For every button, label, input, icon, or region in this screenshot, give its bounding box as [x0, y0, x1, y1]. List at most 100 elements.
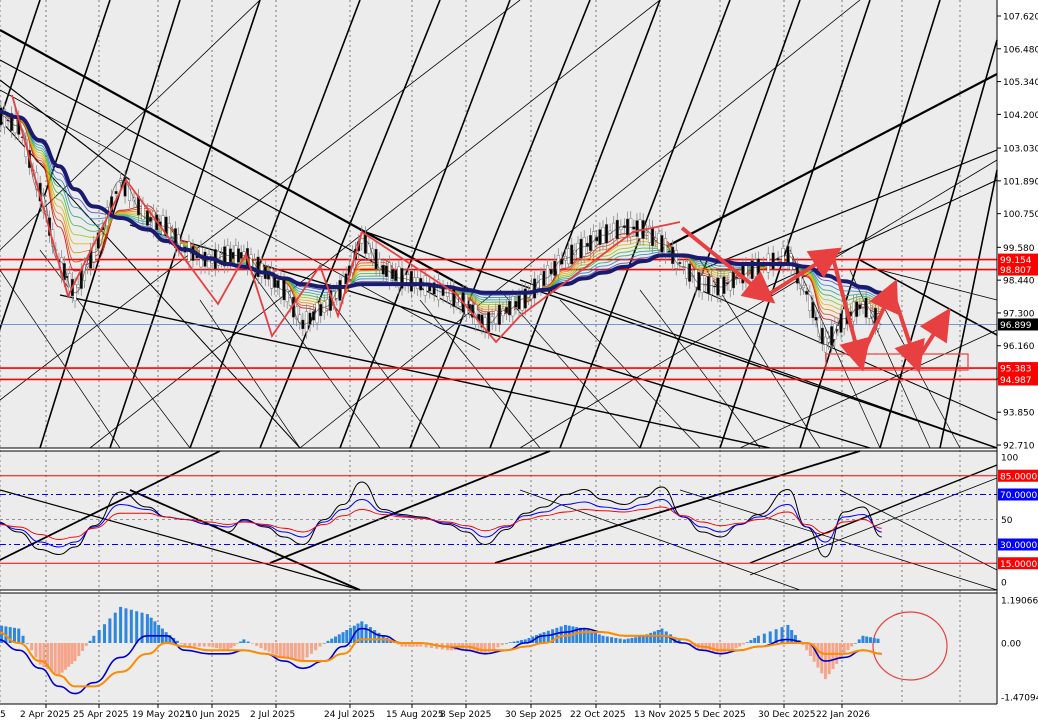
macd-histogram-bar [337, 634, 341, 643]
candle-body [384, 265, 388, 277]
candle-body [508, 301, 512, 316]
macd-histogram-bar [762, 633, 766, 643]
macd-histogram-bar [827, 643, 831, 675]
macd-histogram-bar [614, 637, 618, 643]
price-tick-label: 103.030 [1003, 145, 1038, 155]
macd-histogram-bar [239, 641, 243, 643]
macd-histogram-bar [305, 643, 309, 658]
rsi-tick-label: 50 [1001, 516, 1013, 526]
macd-histogram-bar [601, 635, 605, 643]
macd-histogram-bar [309, 643, 313, 654]
rsi-tick-label: 100 [1001, 454, 1018, 464]
macd-histogram-bar [53, 643, 57, 674]
candle-body [722, 276, 726, 294]
macd-histogram-bar [618, 638, 622, 643]
macd-histogram-bar [293, 643, 297, 660]
price-tick-label: 107.620 [1003, 13, 1038, 23]
macd-histogram-bar [145, 614, 149, 643]
macd-histogram-bar [868, 637, 872, 643]
time-tick-label: 22 Jan 2026 [816, 710, 870, 720]
price-tick-label: 101.890 [1003, 177, 1038, 187]
macd-histogram-bar [861, 635, 865, 643]
price-tick-label: 98.440 [1003, 277, 1035, 287]
macd-histogram-bar [67, 643, 71, 667]
macd-histogram-bar [652, 631, 656, 643]
macd-histogram-bar [218, 643, 222, 649]
candle-body [256, 256, 260, 278]
macd-histogram-bar [516, 640, 520, 643]
time-tick-label: 25 Apr 2025 [73, 710, 129, 720]
macd-histogram-bar [226, 643, 230, 651]
price-tick-label: 92.710 [1003, 442, 1035, 452]
macd-histogram-bar [649, 632, 653, 643]
macd-histogram-bar [582, 628, 586, 643]
candle-body [270, 268, 274, 289]
macd-histogram-bar [593, 632, 597, 643]
trading-chart[interactable]: 107.620 106.480 105.340 104.200 103.030 101.8… [0, 0, 1038, 722]
price-tick-label: 105.340 [1003, 78, 1038, 88]
macd-histogram-bar [634, 637, 638, 643]
macd-histogram-bar [108, 618, 112, 643]
macd-histogram-bar [555, 627, 559, 643]
macd-histogram-bar [278, 643, 282, 657]
macd-histogram-bar [793, 635, 797, 643]
macd-histogram-bar [235, 643, 239, 644]
macd-histogram-bar [119, 606, 123, 643]
candle-body [830, 326, 834, 346]
macd-histogram-bar [786, 624, 790, 643]
price-label-text: 95.383 [1000, 365, 1032, 375]
macd-histogram-bar [330, 638, 334, 643]
macd-histogram-bar [21, 635, 25, 643]
macd-histogram-bar [290, 643, 294, 659]
macd-tick-label: 1.19066 [1001, 597, 1038, 607]
macd-histogram-bar [263, 643, 267, 651]
candle-body [319, 304, 323, 317]
macd-histogram-bar [267, 643, 271, 652]
candle-body [867, 303, 871, 319]
macd-histogram-bar [805, 643, 809, 651]
candle-body [605, 224, 609, 244]
candle-body [685, 260, 689, 279]
price-tick-label: 97.300 [1003, 309, 1035, 319]
macd-histogram-bar [135, 611, 139, 643]
price-tick-label: 104.200 [1003, 111, 1038, 121]
macd-histogram-bar [637, 636, 641, 643]
macd-histogram-bar [193, 643, 197, 647]
macd-histogram-bar [334, 636, 338, 643]
macd-histogram-bar [250, 643, 254, 644]
macd-histogram-bar [282, 643, 286, 658]
macd-histogram-bar [301, 643, 305, 662]
macd-tick-label: 0.00 [1001, 640, 1021, 650]
price-tick-label: 93.850 [1003, 409, 1035, 419]
candle-body [556, 255, 560, 275]
macd-histogram-bar [211, 643, 215, 648]
time-tick-label: 2 Apr 2025 [20, 710, 70, 720]
macd-histogram-bar [73, 643, 77, 662]
macd-histogram-bar [286, 643, 290, 659]
candle-body [697, 272, 701, 291]
macd-histogram-bar [610, 637, 614, 643]
candle-body [644, 230, 648, 233]
candle-body [864, 297, 868, 318]
macd-histogram-bar [153, 621, 157, 643]
candle-body [694, 269, 698, 288]
macd-histogram-bar [741, 643, 745, 645]
macd-histogram-bar [641, 635, 645, 643]
macd-histogram-bar [232, 643, 236, 646]
macd-histogram-bar [512, 641, 516, 643]
macd-histogram-bar [559, 626, 563, 643]
macd-histogram-bar [838, 643, 842, 659]
macd-histogram-bar [84, 643, 88, 646]
macd-histogram-bar [578, 627, 582, 643]
macd-histogram-bar [630, 637, 634, 643]
candle-body [546, 265, 550, 285]
macd-histogram-bar [563, 624, 567, 643]
macd-histogram-bar [719, 643, 723, 654]
macd-histogram-bar [88, 640, 92, 643]
macd-histogram-bar [745, 642, 749, 643]
macd-histogram-bar [626, 638, 630, 643]
rsi-level-text: 70.0000 [1000, 491, 1037, 501]
macd-histogram-bar [81, 643, 85, 651]
macd-histogram-bar [92, 635, 96, 643]
chart-root: 107.620 106.480 105.340 104.200 103.030 101.8… [0, 0, 1038, 722]
